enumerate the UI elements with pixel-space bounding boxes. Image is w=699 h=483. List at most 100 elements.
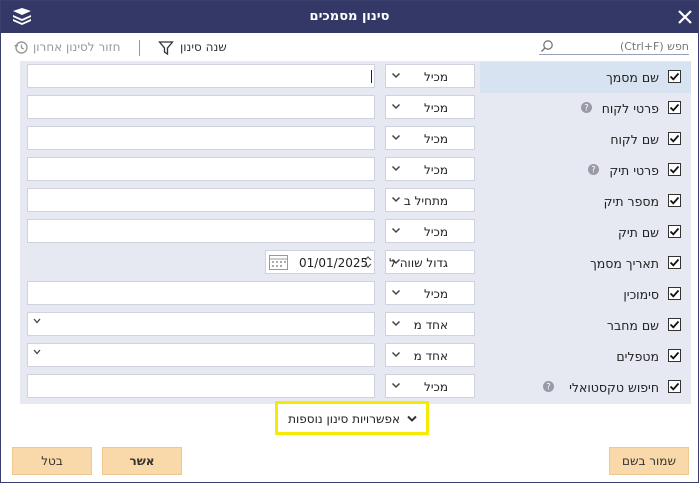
filter-row: מכיל? פרטי לקוח	[20, 93, 691, 124]
checkbox[interactable]	[668, 132, 681, 145]
chevron-down-icon	[391, 351, 401, 358]
operator-select[interactable]: מכיל	[385, 157, 475, 181]
chevron-down-icon[interactable]	[33, 349, 41, 355]
cancel-button[interactable]: בטל	[12, 447, 92, 475]
value-input[interactable]	[27, 188, 375, 212]
checkbox[interactable]	[668, 287, 681, 300]
checkbox[interactable]	[668, 256, 681, 269]
chevron-down-icon	[391, 289, 401, 296]
chevron-down-icon	[391, 320, 401, 327]
field-label: סימוכין	[623, 287, 659, 302]
filter-row: מכיל סימוכין	[20, 279, 691, 310]
value-select[interactable]	[27, 312, 375, 336]
operator-select[interactable]: מכיל	[385, 126, 475, 150]
chevron-down-icon	[391, 227, 401, 234]
save-as-button[interactable]: שמור בשם	[609, 447, 689, 475]
toolbar: חזור לסינון אחרון שנה סינון	[1, 33, 698, 61]
change-filter-label: שנה סינון	[180, 40, 227, 54]
close-icon[interactable]	[676, 7, 694, 27]
checkbox[interactable]	[668, 318, 681, 331]
operator-select[interactable]: מכיל	[385, 95, 475, 119]
field-label: שם מחבר	[606, 318, 659, 333]
toolbar-divider	[139, 40, 140, 56]
operator-value: אחד מ	[413, 318, 448, 332]
date-picker[interactable]: 01/01/2025	[265, 250, 375, 274]
checkbox[interactable]	[668, 163, 681, 176]
operator-value: מכיל	[424, 163, 448, 177]
operator-select[interactable]: מכיל	[385, 281, 475, 305]
operator-value: מכיל	[424, 225, 448, 239]
value-input[interactable]	[27, 281, 375, 305]
checkbox[interactable]	[668, 70, 681, 83]
filter-row: מכיל שם מסמך	[20, 62, 691, 93]
svg-text:?: ?	[584, 104, 589, 113]
spinner-icon[interactable]	[364, 254, 372, 270]
search-icon	[541, 40, 553, 52]
checkbox[interactable]	[668, 225, 681, 238]
value-input[interactable]	[27, 126, 375, 150]
title-bar: סינון מסמכים	[1, 1, 698, 33]
operator-select[interactable]: מכיל	[385, 374, 475, 398]
operator-value: מכיל	[424, 380, 448, 394]
svg-text:?: ?	[546, 383, 551, 392]
more-filter-options-button[interactable]: אפשרויות סינון נוספות	[275, 401, 429, 435]
operator-select[interactable]: מכיל	[385, 64, 475, 88]
filter-dialog: סינון מסמכים חזור לסינון אחרון שנה סינון	[0, 0, 699, 483]
filter-field-label: מטפלים	[480, 341, 691, 372]
operator-value: מכיל	[424, 70, 448, 84]
help-icon[interactable]: ?	[580, 102, 592, 113]
operator-select[interactable]: מכיל	[385, 219, 475, 243]
field-label: מספר תיק	[603, 194, 659, 209]
checkbox[interactable]	[668, 194, 681, 207]
history-icon	[14, 41, 28, 54]
field-label: פרטי לקוח	[601, 101, 659, 116]
calendar-icon[interactable]	[268, 253, 289, 271]
svg-text:?: ?	[591, 166, 596, 175]
more-filter-options-label: אפשרויות סינון נוספות	[288, 412, 400, 426]
search-input[interactable]	[539, 38, 689, 55]
checkbox[interactable]	[668, 349, 681, 362]
back-last-filter-label: חזור לסינון אחרון	[33, 40, 121, 54]
checkbox[interactable]	[668, 101, 681, 114]
filter-field-label: ? חיפוש טקסטואלי	[480, 372, 691, 403]
value-input[interactable]	[27, 157, 375, 181]
chevron-down-icon	[391, 134, 401, 141]
ok-button[interactable]: אשר	[102, 447, 182, 475]
field-label: שם לקוח	[610, 132, 659, 147]
field-label: שם מסמך	[606, 70, 659, 85]
filter-row: מכיל שם תיק	[20, 217, 691, 248]
operator-select[interactable]: מתחיל ב	[385, 188, 475, 212]
field-label: שם תיק	[617, 225, 659, 240]
operator-select[interactable]: אחד מ	[385, 343, 475, 367]
operator-select[interactable]: גדול שווה ל	[385, 250, 475, 274]
field-label: תאריך מסמך	[590, 256, 659, 271]
dialog-title: סינון מסמכים	[309, 9, 390, 24]
value-input[interactable]	[27, 95, 375, 119]
value-input[interactable]	[27, 374, 375, 398]
chevron-down-icon	[391, 382, 401, 389]
filter-row: מתחיל ב מספר תיק	[20, 186, 691, 217]
value-select[interactable]	[27, 343, 375, 367]
chevron-down-icon	[391, 103, 401, 110]
funnel-icon	[158, 41, 174, 56]
operator-value: אחד מ	[413, 349, 448, 363]
filter-field-label: סימוכין	[480, 279, 691, 310]
help-icon[interactable]: ?	[588, 164, 599, 175]
checkbox[interactable]	[668, 380, 681, 393]
value-input[interactable]	[27, 219, 375, 243]
filter-row: אחד מ שם מחבר	[20, 310, 691, 341]
operator-value: מכיל	[424, 101, 448, 115]
operator-select[interactable]: אחד מ	[385, 312, 475, 336]
filter-field-label: שם תיק	[480, 217, 691, 248]
help-icon[interactable]: ?	[543, 381, 554, 392]
filter-row: מכיל ? חיפוש טקסטואלי	[20, 372, 691, 403]
filter-field-label: מספר תיק	[480, 186, 691, 217]
field-label: מטפלים	[616, 349, 659, 364]
filter-field-label: ? פרטי לקוח	[480, 93, 691, 124]
chevron-down-icon	[407, 415, 417, 422]
chevron-down-icon[interactable]	[33, 318, 41, 324]
field-label: פרטי תיק	[609, 163, 659, 178]
operator-value: מכיל	[424, 132, 448, 146]
value-input[interactable]	[27, 64, 375, 88]
chevron-down-icon	[391, 165, 401, 172]
